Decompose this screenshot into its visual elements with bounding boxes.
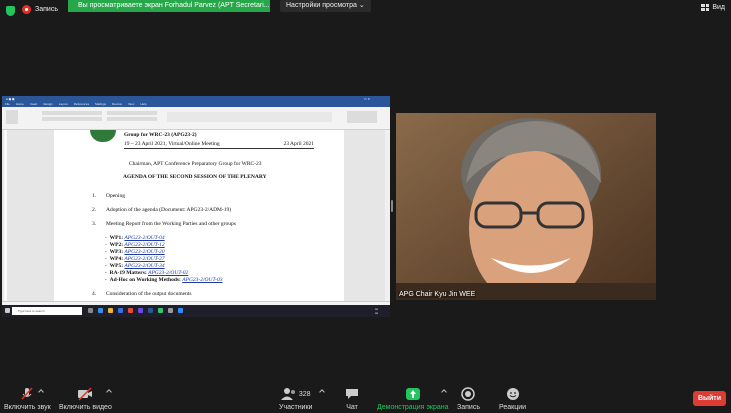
windows-taskbar: Type here to search ▪▪▪ ▪▪▪ (2, 305, 390, 317)
share-screen-button[interactable]: Демонстрация экрана (377, 387, 449, 411)
zoom-meeting-window: Запись Вы просматриваете экран Forhadul … (0, 0, 731, 413)
doc-header-meta: 19 – 23 April 2021, Virtual/Online Meeti… (124, 141, 314, 149)
doc-agenda-title: AGENDA OF THE SECOND SESSION OF THE PLEN… (123, 174, 267, 180)
document-page[interactable]: Group for WRC-23 (APG23-2) 19 – 23 April… (54, 130, 344, 305)
app-icon[interactable] (128, 308, 133, 313)
document-scrollbar[interactable] (385, 130, 390, 305)
recording-label: Запись (35, 6, 58, 13)
reactions-label: Реакции (499, 404, 527, 411)
top-bar: Запись Вы просматриваете экран Forhadul … (0, 0, 731, 22)
doc-date: 23 April 2021 (283, 141, 314, 147)
app-icon[interactable] (168, 308, 173, 313)
view-label: Вид (712, 4, 725, 11)
doc-link[interactable]: APG23-2/OUT-02 (148, 270, 188, 276)
doc-link[interactable]: APG23-2/OUT-20 (124, 249, 164, 255)
word-ribbon (2, 107, 390, 130)
meeting-controls-bar: Включить звук Включить видео 328 Участни… (0, 380, 731, 413)
agenda-subitem: - RA-19 Matters: APG23-2/OUT-02 (105, 270, 189, 276)
doc-link[interactable]: APG23-2/OUT-27 (124, 256, 164, 262)
security-shield-icon[interactable] (6, 6, 15, 16)
view-options-dropdown[interactable]: Настройки просмотра ⌄ (280, 0, 371, 12)
task-view-icon[interactable] (88, 308, 93, 313)
record-icon (461, 387, 476, 401)
edge-icon[interactable] (98, 308, 103, 313)
teams-icon[interactable] (138, 308, 143, 313)
doc-link[interactable]: APG23-2/OUT-04 (124, 235, 164, 241)
zoom-icon[interactable] (178, 308, 183, 313)
agenda-item: 1. Opening (92, 193, 125, 199)
apt-logo (90, 130, 116, 142)
leave-meeting-button[interactable]: Выйти (693, 391, 726, 406)
doc-link[interactable]: APG23-2/OUT-12 (124, 242, 164, 248)
participant-video-tile[interactable]: APG Chair Kyu Jin WEE (396, 113, 656, 300)
video-off-icon (78, 387, 93, 401)
participants-label: Участники (279, 404, 313, 411)
recording-indicator[interactable]: Запись (22, 5, 58, 14)
view-options-label: Настройки просмотра (286, 2, 357, 9)
unmute-label: Включить звук (4, 404, 51, 411)
doc-chairman: Chairman, APT Conference Preparatory Gro… (129, 161, 262, 167)
agenda-subitem: - WP1: APG23-2/OUT-04 (105, 235, 165, 241)
pane-splitter-handle[interactable] (391, 200, 393, 212)
excel-icon[interactable] (158, 308, 163, 313)
participants-count: 328 (298, 390, 311, 398)
smiley-icon (506, 388, 519, 400)
agenda-item: 4. Consideration of the output documents (92, 291, 192, 297)
doc-header-group: Group for WRC-23 (APG23-2) (124, 132, 197, 138)
participants-options-caret[interactable] (319, 389, 325, 395)
participants-icon (280, 388, 295, 400)
start-video-button[interactable]: Включить видео (59, 387, 112, 411)
screen-share-banner: Вы просматриваете экран Forhadul Parvez … (68, 0, 270, 12)
reactions-button[interactable]: Реакции (499, 387, 526, 411)
doc-meeting-line: 19 – 23 April 2021, Virtual/Online Meeti… (124, 141, 220, 147)
windows-start-icon[interactable] (5, 308, 10, 313)
start-video-label: Включить видео (59, 404, 112, 411)
chat-label: Чат (346, 404, 358, 411)
view-button[interactable]: Вид (701, 4, 725, 11)
agenda-subitem: - WP4: APG23-2/OUT-27 (105, 256, 165, 262)
agenda-subitem: - WP5: APG23-2/OUT-34 (105, 263, 165, 269)
vertical-ruler (4, 130, 7, 305)
outlook-icon[interactable] (118, 308, 123, 313)
agenda-item: 3. Meeting Report from the Working Partie… (92, 221, 236, 227)
doc-link[interactable]: APG23-2/OUT-34 (124, 263, 164, 269)
share-screen-icon (405, 388, 420, 400)
share-screen-label: Демонстрация экрана (377, 404, 449, 411)
participant-video-frame (396, 113, 656, 300)
participants-button[interactable]: 328 Участники (279, 387, 312, 411)
participant-name-label: APG Chair Kyu Jin WEE (398, 291, 477, 298)
doc-link[interactable]: APG23-2/OUT-03 (182, 277, 222, 283)
document-area[interactable]: Group for WRC-23 (APG23-2) 19 – 23 April… (2, 130, 390, 305)
unmute-button[interactable]: Включить звук (4, 387, 51, 411)
grid-view-icon (701, 4, 710, 11)
taskbar-search[interactable]: Type here to search (12, 307, 82, 315)
taskbar-clock: ▪▪▪ ▪▪▪ (374, 307, 378, 315)
word-icon[interactable] (148, 308, 153, 313)
record-dot-icon (22, 5, 31, 14)
microphone-muted-icon (21, 387, 33, 400)
agenda-subitem: - WP3: APG23-2/OUT-20 (105, 249, 165, 255)
chat-button[interactable]: Чат (345, 387, 359, 411)
record-label: Запись (457, 404, 480, 411)
agenda-subitem: - Ad-Hoc on Working Methods: APG23-2/OUT… (105, 277, 223, 283)
folder-icon[interactable] (108, 308, 113, 313)
shared-screen[interactable]: ● ◼ ◼ ▭ ✕ File Home Insert Design Layout Refer… (2, 96, 390, 317)
chat-icon (346, 389, 358, 399)
record-button[interactable]: Запись (457, 387, 480, 411)
agenda-subitem: - WP2: APG23-2/OUT-12 (105, 242, 165, 248)
agenda-item: 2. Adoption of the agenda (Document: APG2… (92, 207, 232, 213)
